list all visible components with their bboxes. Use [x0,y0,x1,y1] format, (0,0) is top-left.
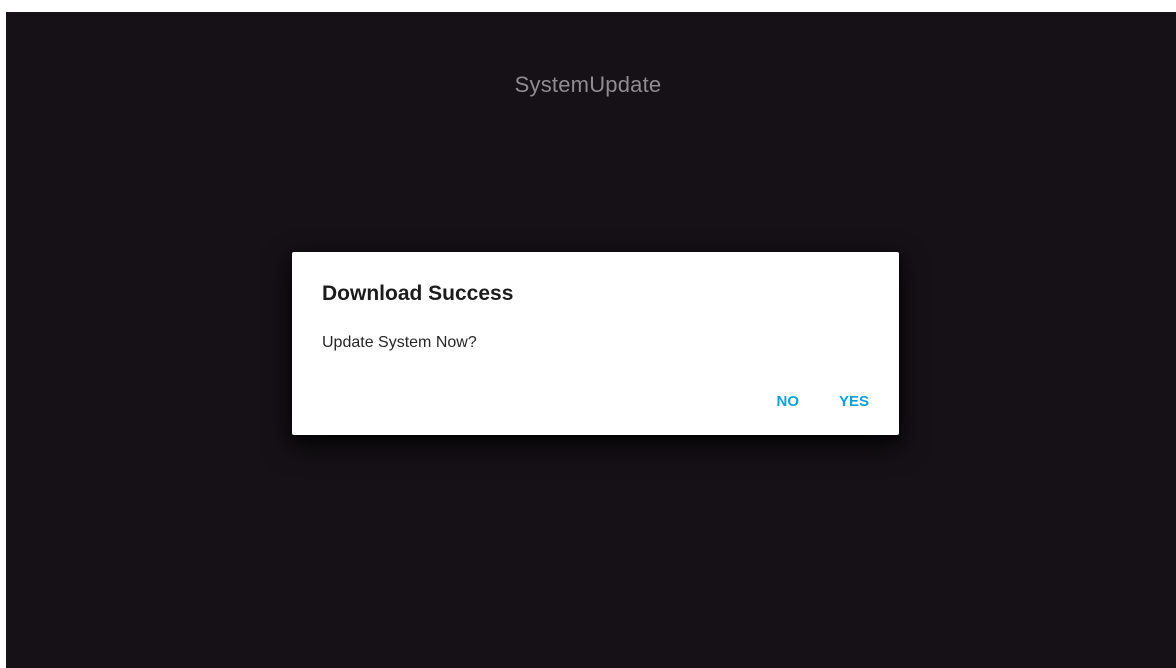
yes-button[interactable]: YES [839,393,869,410]
dialog-title: Download Success [322,282,514,305]
dialog-message: Update System Now? [322,334,477,351]
no-button[interactable]: NO [776,393,799,410]
dialog-actions: NO YES [776,393,869,410]
confirmation-dialog: Download Success Update System Now? NO Y… [292,252,899,435]
app-screen: SystemUpdate Download Success Update Sys… [6,12,1176,668]
